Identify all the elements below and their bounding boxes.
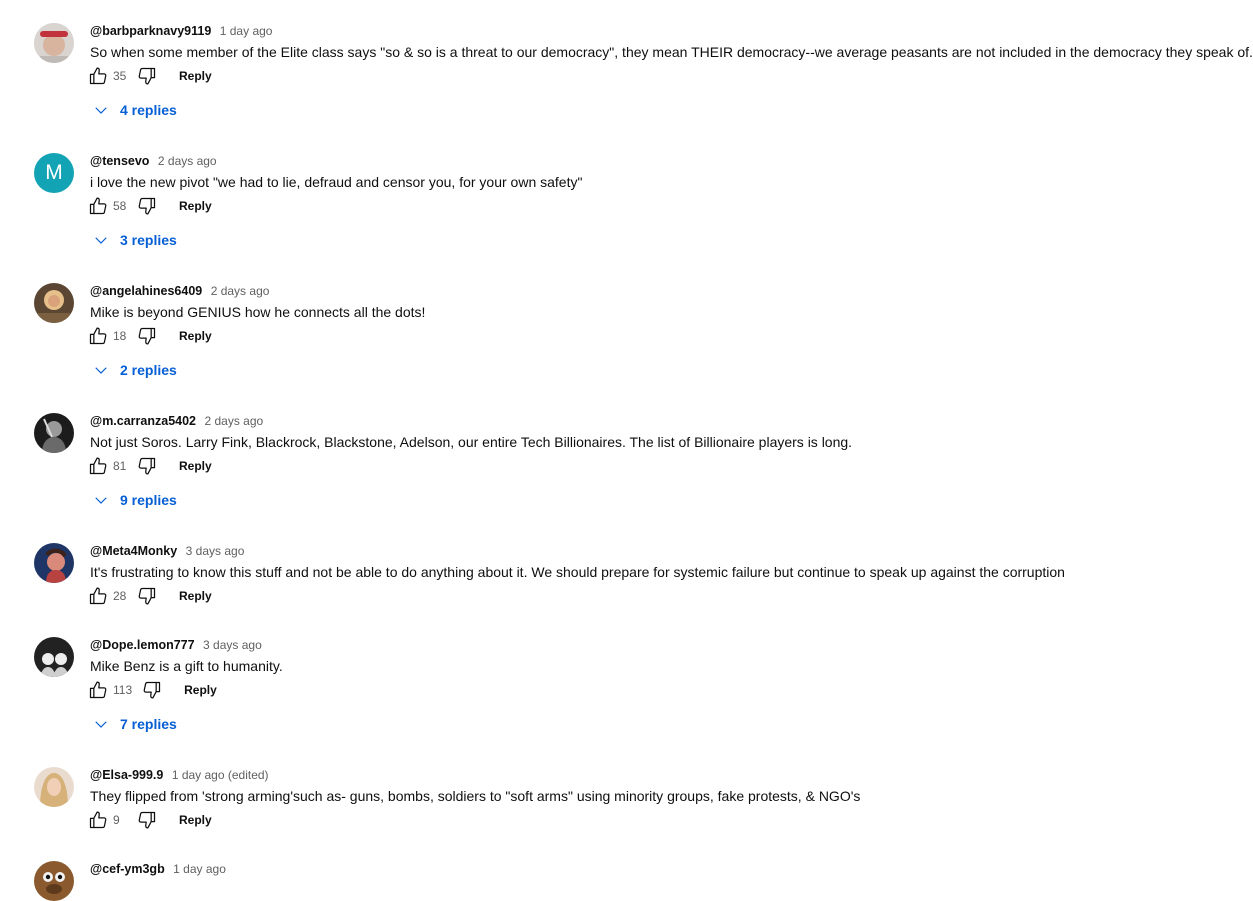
comment-author[interactable]: @Dope.lemon777 <box>90 638 195 652</box>
comment-actions: 81 Reply <box>88 454 212 478</box>
chevron-down-icon <box>95 237 107 244</box>
thumbs-down-icon[interactable] <box>137 810 157 830</box>
comment-author[interactable]: @Meta4Monky <box>90 544 177 558</box>
comment-text: i love the new pivot "we had to lie, def… <box>90 174 583 190</box>
comment-time[interactable]: 2 days ago <box>158 154 217 168</box>
replies-count: 7 replies <box>120 716 177 732</box>
chevron-down-icon <box>95 721 107 728</box>
comment-header: @angelahines6409 2 days ago <box>90 282 269 300</box>
thumbs-down-icon[interactable] <box>137 456 157 476</box>
thumbs-down-icon[interactable] <box>137 66 157 86</box>
chevron-down-icon <box>95 107 107 114</box>
thumbs-down-icon[interactable] <box>137 326 157 346</box>
thumbs-up-icon[interactable] <box>88 586 108 606</box>
avatar[interactable] <box>34 767 74 807</box>
comment-text: So when some member of the Elite class s… <box>90 44 1253 60</box>
comment-time[interactable]: 1 day ago <box>173 862 226 876</box>
avatar[interactable] <box>34 637 74 677</box>
thumbs-up-icon[interactable] <box>88 196 108 216</box>
reply-button[interactable]: Reply <box>179 589 212 603</box>
replies-count: 3 replies <box>120 232 177 248</box>
comment-time[interactable]: 3 days ago <box>186 544 245 558</box>
thumbs-down-icon[interactable] <box>137 586 157 606</box>
thumbs-up-icon[interactable] <box>88 66 108 86</box>
comment-header: @tensevo 2 days ago <box>90 152 217 170</box>
chevron-down-icon <box>95 497 107 504</box>
reply-button[interactable]: Reply <box>179 199 212 213</box>
like-count: 9 <box>113 813 120 827</box>
comment-author[interactable]: @angelahines6409 <box>90 284 202 298</box>
thumbs-up-icon[interactable] <box>88 456 108 476</box>
comment-time[interactable]: 2 days ago <box>211 284 270 298</box>
avatar[interactable] <box>34 23 74 63</box>
like-count: 81 <box>113 459 127 473</box>
view-replies-button[interactable]: 2 replies <box>92 359 177 381</box>
comment-actions: 18 Reply <box>88 324 212 348</box>
view-replies-button[interactable]: 3 replies <box>92 229 177 251</box>
like-count: 28 <box>113 589 127 603</box>
comment-actions: 28 Reply <box>88 584 212 608</box>
comment-text: Mike is beyond GENIUS how he connects al… <box>90 304 426 320</box>
replies-count: 4 replies <box>120 102 177 118</box>
chevron-down-icon <box>95 367 107 374</box>
reply-button[interactable]: Reply <box>184 683 217 697</box>
thumbs-down-icon[interactable] <box>142 680 162 700</box>
reply-button[interactable]: Reply <box>179 329 212 343</box>
replies-count: 9 replies <box>120 492 177 508</box>
avatar[interactable] <box>34 861 74 901</box>
comment-author[interactable]: @Elsa-999.9 <box>90 768 163 782</box>
comment-time[interactable]: 1 day ago <box>220 24 273 38</box>
reply-button[interactable]: Reply <box>179 813 212 827</box>
replies-count: 2 replies <box>120 362 177 378</box>
view-replies-button[interactable]: 4 replies <box>92 99 177 121</box>
comment-header: @Meta4Monky 3 days ago <box>90 542 244 560</box>
comment-header: @cef-ym3gb 1 day ago <box>90 860 226 878</box>
comment-header: @barbparknavy9119 1 day ago <box>90 22 272 40</box>
comment-actions: 35 Reply <box>88 64 212 88</box>
reply-button[interactable]: Reply <box>179 459 212 473</box>
comment-author[interactable]: @cef-ym3gb <box>90 862 165 876</box>
comment-text: Mike Benz is a gift to humanity. <box>90 658 283 674</box>
comment-header: @Dope.lemon777 3 days ago <box>90 636 262 654</box>
comment-actions: 113 Reply <box>88 678 217 702</box>
comment-time[interactable]: 1 day ago (edited) <box>172 768 269 782</box>
like-count: 18 <box>113 329 127 343</box>
comment-actions: 9 Reply <box>88 808 212 832</box>
thumbs-down-icon[interactable] <box>137 196 157 216</box>
comment-actions: 58 Reply <box>88 194 212 218</box>
avatar[interactable]: M <box>34 153 74 193</box>
comment-author[interactable]: @barbparknavy9119 <box>90 24 211 38</box>
thumbs-up-icon[interactable] <box>88 680 108 700</box>
comment-text: It's frustrating to know this stuff and … <box>90 564 1065 580</box>
thumbs-up-icon[interactable] <box>88 326 108 346</box>
comment-text: They flipped from 'strong arming'such as… <box>90 788 861 804</box>
avatar-letter: M <box>45 161 63 184</box>
avatar[interactable] <box>34 413 74 453</box>
view-replies-button[interactable]: 7 replies <box>92 713 177 735</box>
comment-author[interactable]: @m.carranza5402 <box>90 414 196 428</box>
comment-header: @Elsa-999.9 1 day ago (edited) <box>90 766 269 784</box>
like-count: 113 <box>113 683 133 697</box>
avatar[interactable] <box>34 283 74 323</box>
reply-button[interactable]: Reply <box>179 69 212 83</box>
like-count: 35 <box>113 69 127 83</box>
view-replies-button[interactable]: 9 replies <box>92 489 177 511</box>
comment-time[interactable]: 2 days ago <box>204 414 263 428</box>
comment-text: Not just Soros. Larry Fink, Blackrock, B… <box>90 434 853 450</box>
avatar[interactable] <box>34 543 74 583</box>
thumbs-up-icon[interactable] <box>88 810 108 830</box>
comment-author[interactable]: @tensevo <box>90 154 149 168</box>
comment-time[interactable]: 3 days ago <box>203 638 262 652</box>
like-count: 58 <box>113 199 127 213</box>
comment-header: @m.carranza5402 2 days ago <box>90 412 263 430</box>
